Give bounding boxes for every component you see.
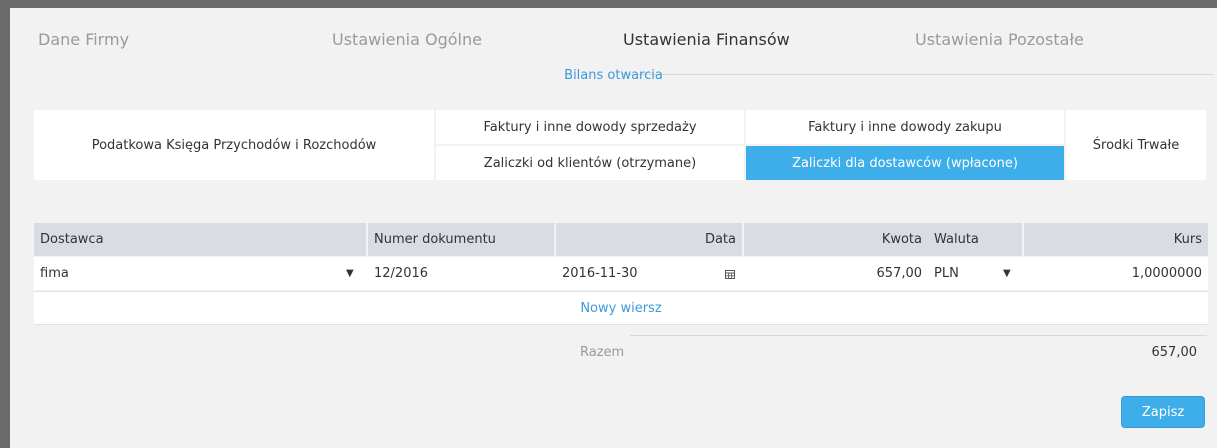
- tab-company-data[interactable]: Dane Firmy: [38, 30, 129, 49]
- doc-number-input[interactable]: 12/2016: [368, 257, 554, 290]
- ledger-option[interactable]: Podatkowa Księga Przychodów i Rozchodów: [34, 110, 434, 180]
- rate-input[interactable]: 1,0000000: [1024, 257, 1208, 290]
- add-row-link[interactable]: Nowy wiersz: [34, 291, 1208, 325]
- supplier-value: fima: [40, 266, 69, 281]
- header-amount: Kwota: [744, 223, 928, 256]
- window-frame-left: [0, 0, 10, 448]
- sales-invoices-option[interactable]: Faktury i inne dowody sprzedaży: [436, 110, 744, 144]
- header-currency: Waluta: [928, 223, 1022, 256]
- header-supplier: Dostawca: [34, 223, 366, 256]
- document-type-grid: Podatkowa Księga Przychodów i Rozchodów …: [34, 110, 1206, 180]
- chevron-down-icon: ▼: [1003, 268, 1011, 279]
- date-input[interactable]: 2016-11-30: [556, 257, 742, 290]
- supplier-select[interactable]: fima ▼: [34, 257, 366, 290]
- table-header: Dostawca Numer dokumentu Data Kwota Walu…: [34, 223, 1208, 256]
- header-doc-number: Numer dokumentu: [368, 223, 554, 256]
- settings-panel: Dane Firmy Ustawienia Ogólne Ustawienia …: [10, 8, 1217, 448]
- currency-select[interactable]: PLN ▼: [928, 257, 1022, 290]
- chevron-down-icon: ▼: [346, 268, 354, 279]
- table-row: fima ▼ 12/2016 2016-11-30 657,00 PLN ▼ 1…: [34, 257, 1208, 290]
- tab-general-settings[interactable]: Ustawienia Ogólne: [332, 30, 482, 49]
- tab-finance-settings[interactable]: Ustawienia Finansów: [623, 30, 790, 49]
- purchase-invoices-option[interactable]: Faktury i inne dowody zakupu: [746, 110, 1064, 144]
- header-rate: Kurs: [1024, 223, 1208, 256]
- save-button[interactable]: Zapisz: [1121, 396, 1205, 428]
- opening-balance-link[interactable]: Bilans otwarcia: [10, 68, 1217, 83]
- summary-value: 657,00: [1151, 345, 1198, 360]
- summary-label: Razem: [580, 345, 625, 360]
- settings-tabs: Dane Firmy Ustawienia Ogólne Ustawienia …: [10, 30, 1217, 75]
- supplier-advances-option[interactable]: Zaliczki dla dostawców (wpłacone): [746, 146, 1064, 180]
- fixed-assets-option[interactable]: Środki Trwałe: [1066, 110, 1206, 180]
- customer-advances-option[interactable]: Zaliczki od klientów (otrzymane): [436, 146, 744, 180]
- summary-divider: [630, 335, 1207, 336]
- window-frame-top: [0, 0, 1217, 8]
- date-value: 2016-11-30: [562, 266, 638, 281]
- tab-other-settings[interactable]: Ustawienia Pozostałe: [915, 30, 1084, 49]
- calendar-icon[interactable]: [725, 269, 735, 279]
- amount-input[interactable]: 657,00: [744, 257, 928, 290]
- currency-value: PLN: [934, 266, 959, 281]
- header-date: Data: [556, 223, 742, 256]
